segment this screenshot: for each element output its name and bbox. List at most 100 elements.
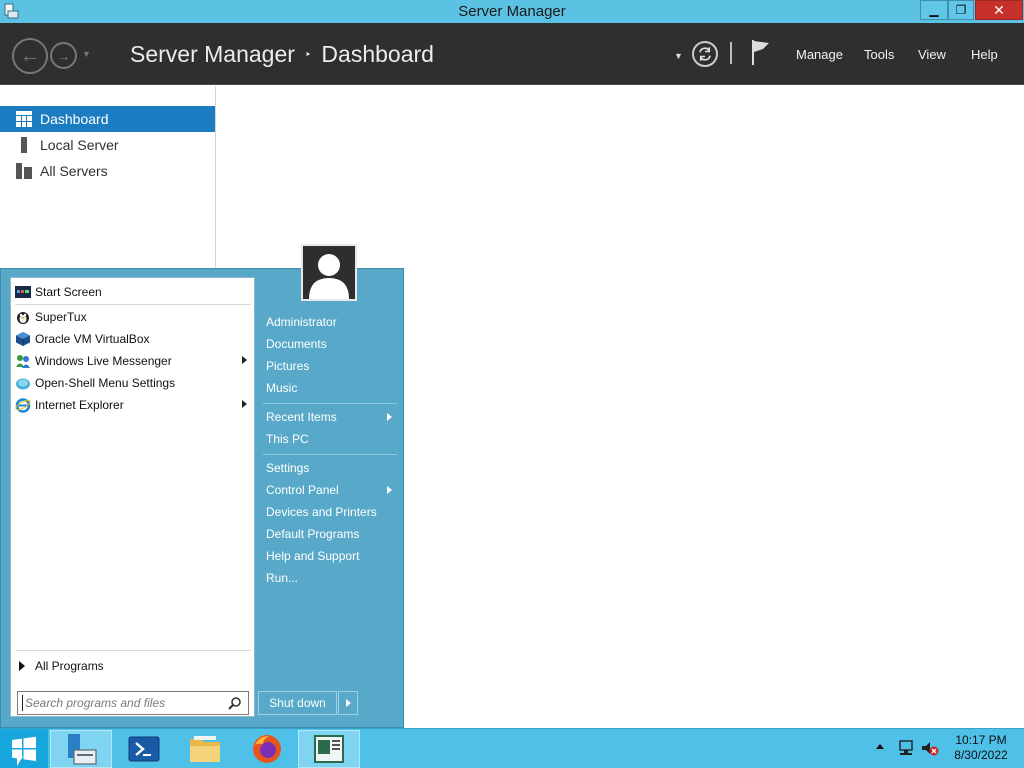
history-dropdown-icon[interactable]: ▼ <box>82 49 91 59</box>
place-help-and-support[interactable]: Help and Support <box>266 546 398 566</box>
start-menu-item-internet-explorer[interactable]: Internet Explorer <box>15 394 251 416</box>
place-label: This PC <box>266 432 309 446</box>
back-button[interactable]: ← <box>12 38 48 74</box>
notifications-flag-icon[interactable] <box>750 38 772 66</box>
program-label: Open-Shell Menu Settings <box>35 376 176 390</box>
program-label: Internet Explorer <box>35 398 124 412</box>
powershell-icon <box>128 736 160 762</box>
maximize-button[interactable]: ❐ <box>948 0 974 20</box>
shut-down-button[interactable]: Shut down <box>258 691 337 715</box>
clock-time: 10:17 PM <box>955 733 1007 747</box>
taskbar-file-explorer[interactable] <box>174 730 236 768</box>
divider <box>15 650 251 651</box>
show-hidden-icons-icon[interactable] <box>876 744 884 749</box>
start-menu-item-start-screen[interactable]: Start Screen <box>15 281 251 303</box>
messenger-icon <box>16 355 30 368</box>
place-recent-items[interactable]: Recent Items <box>266 407 398 427</box>
start-menu-item-windows-live-messenger[interactable]: Windows Live Messenger <box>15 350 251 372</box>
nav-item-dashboard[interactable]: Dashboard <box>0 106 215 132</box>
clock-date: 8/30/2022 <box>954 748 1008 762</box>
forward-button[interactable]: → <box>50 42 77 69</box>
search-input[interactable] <box>22 695 222 711</box>
place-run[interactable]: Run... <box>266 568 398 588</box>
start-button[interactable] <box>0 729 48 768</box>
program-label: Oracle VM VirtualBox <box>35 332 150 346</box>
place-documents[interactable]: Documents <box>266 334 398 354</box>
all-programs-button[interactable]: All Programs <box>19 656 104 676</box>
place-label: Help and Support <box>266 549 360 563</box>
supertux-icon <box>17 312 29 324</box>
nav-item-label: Local Server <box>40 137 119 153</box>
place-label: Devices and Printers <box>266 505 377 519</box>
menu-help[interactable]: Help <box>971 47 998 62</box>
place-label: Music <box>266 381 298 395</box>
start-menu-item-open-shell-settings[interactable]: Open-Shell Menu Settings <box>15 372 251 394</box>
network-icon[interactable] <box>897 739 915 757</box>
submenu-arrow-icon <box>387 413 392 421</box>
place-label: Documents <box>266 337 327 351</box>
refresh-icon[interactable] <box>692 41 718 67</box>
all-programs-label: All Programs <box>35 659 104 673</box>
user-avatar[interactable] <box>301 244 357 301</box>
breadcrumb-root[interactable]: Server Manager <box>130 41 295 68</box>
minimize-button[interactable]: ▁ <box>920 0 948 20</box>
taskbar-firefox[interactable] <box>236 730 298 768</box>
submenu-arrow-icon <box>242 356 247 364</box>
header-divider <box>730 42 732 64</box>
breadcrumb: Server Manager ‣ Dashboard <box>130 41 434 68</box>
divider <box>263 403 397 404</box>
taskbar-window[interactable] <box>298 730 360 768</box>
place-control-panel[interactable]: Control Panel <box>266 480 398 500</box>
refresh-dropdown-icon[interactable]: ▼ <box>674 51 683 61</box>
nav-item-local-server[interactable]: Local Server <box>0 132 215 158</box>
virtualbox-icon <box>16 332 30 346</box>
internet-explorer-icon <box>15 398 31 413</box>
place-administrator[interactable]: Administrator <box>266 312 398 332</box>
program-label: Start Screen <box>35 285 102 299</box>
menu-manage[interactable]: Manage <box>796 47 843 62</box>
place-music[interactable]: Music <box>266 378 398 398</box>
arrow-left-icon: ← <box>20 44 40 67</box>
firefox-icon <box>253 735 281 763</box>
task-window-icon <box>314 735 344 763</box>
start-menu-item-virtualbox[interactable]: Oracle VM VirtualBox <box>15 328 251 350</box>
nav-item-all-servers[interactable]: All Servers <box>0 158 215 184</box>
taskbar-powershell[interactable] <box>113 730 175 768</box>
breadcrumb-separator-icon: ‣ <box>304 49 312 61</box>
place-label: Settings <box>266 461 310 475</box>
place-this-pc[interactable]: This PC <box>266 429 398 449</box>
server-manager-icon <box>68 734 97 765</box>
place-pictures[interactable]: Pictures <box>266 356 398 376</box>
search-box[interactable] <box>17 691 249 715</box>
place-settings[interactable]: Settings <box>266 458 398 478</box>
start-menu: Start Screen SuperTux Oracle VM VirtualB… <box>0 244 404 728</box>
menu-view[interactable]: View <box>918 47 946 62</box>
open-shell-icon <box>16 378 30 390</box>
volume-muted-icon[interactable] <box>921 739 939 757</box>
place-label: Pictures <box>266 359 310 373</box>
start-menu-item-supertux[interactable]: SuperTux <box>15 306 251 328</box>
close-button[interactable]: ✕ <box>975 0 1023 20</box>
program-label: SuperTux <box>35 310 87 324</box>
system-clock[interactable]: 10:17 PM 8/30/2022 <box>944 733 1018 763</box>
place-default-programs[interactable]: Default Programs <box>266 524 398 544</box>
window-title: Server Manager <box>458 3 566 20</box>
search-icon[interactable] <box>228 696 242 710</box>
nav-item-label: Dashboard <box>40 111 109 127</box>
taskbar-server-manager[interactable] <box>50 730 112 768</box>
windows-logo-icon <box>12 736 36 761</box>
shut-down-options-button[interactable] <box>338 691 358 715</box>
place-devices-and-printers[interactable]: Devices and Printers <box>266 502 398 522</box>
submenu-arrow-icon <box>387 486 392 494</box>
place-label: Run... <box>266 571 299 585</box>
menu-tools[interactable]: Tools <box>864 47 894 62</box>
program-label: Windows Live Messenger <box>35 354 172 368</box>
server-icon <box>21 137 27 153</box>
programs-pane: Start Screen SuperTux Oracle VM VirtualB… <box>10 277 255 717</box>
arrow-right-icon: → <box>56 47 71 64</box>
nav-item-label: All Servers <box>40 163 108 179</box>
window-title-bar[interactable]: Server Manager ▁ ❐ ✕ <box>0 0 1024 23</box>
servers-icon <box>16 163 32 179</box>
triangle-right-icon <box>345 699 351 707</box>
submenu-arrow-icon <box>242 400 247 408</box>
